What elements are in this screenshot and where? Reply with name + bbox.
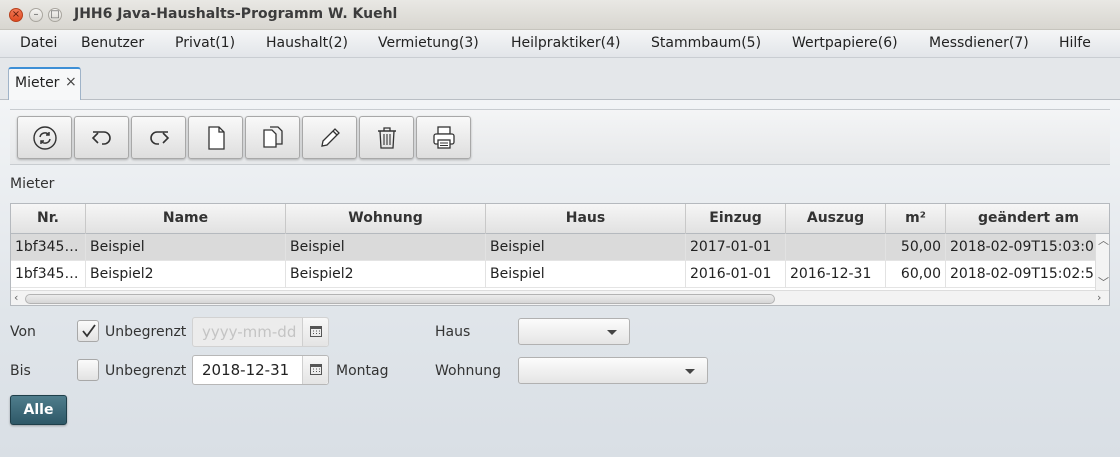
menu-benutzer[interactable]: Benutzer (81, 35, 144, 51)
copy-button[interactable] (245, 116, 300, 159)
scroll-down-icon[interactable]: ﹀ (1098, 276, 1109, 290)
calendar-icon (310, 364, 322, 375)
von-date-input[interactable] (193, 318, 303, 346)
table-row[interactable]: 1bf345… Beispiel2 Beispiel2 Beispiel 201… (11, 261, 1096, 288)
chevron-down-icon (685, 369, 695, 374)
chevron-down-icon (607, 330, 617, 335)
tab-close-icon[interactable]: × (65, 74, 77, 90)
window-title: JHH6 Java-Haushalts-Programm W. Kuehl (74, 6, 398, 22)
new-document-icon (208, 126, 225, 150)
cell-m2: 50,00 (886, 234, 946, 261)
cell-name: Beispiel (86, 234, 286, 261)
column-header-name[interactable]: Name (86, 204, 286, 234)
menu-wertpapiere[interactable]: Wertpapiere(6) (792, 35, 898, 51)
column-header-nr[interactable]: Nr. (11, 204, 86, 234)
menu-haushalt[interactable]: Haushalt(2) (266, 35, 348, 51)
refresh-button[interactable] (17, 116, 72, 159)
menu-messdiener[interactable]: Messdiener(7) (929, 35, 1029, 51)
cell-nr: 1bf345… (11, 234, 86, 261)
content-area: Mieter Nr. Name Wohnung Haus Einzug Ausz… (0, 100, 1120, 457)
delete-trash-icon (378, 127, 396, 149)
bis-weekday-label: Montag (336, 363, 389, 379)
window-close-button[interactable]: × (9, 8, 23, 22)
cell-geaendert-am: 2018-02-09T15:02:5 (950, 266, 1094, 282)
column-header-einzug[interactable]: Einzug (686, 204, 786, 234)
cell-name: Beispiel2 (86, 261, 286, 288)
von-unbegrenzt-checkbox[interactable] (77, 320, 99, 342)
cell-nr: 1bf345… (11, 261, 86, 288)
edit-button[interactable] (302, 116, 357, 159)
von-calendar-button[interactable] (302, 318, 328, 346)
wohnung-combobox[interactable] (518, 357, 708, 384)
menu-bar: Datei Benutzer Privat(1) Haushalt(2) Ver… (0, 30, 1120, 58)
bis-calendar-button[interactable] (302, 356, 328, 384)
tenant-table: Nr. Name Wohnung Haus Einzug Auszug m² g… (10, 203, 1110, 306)
tab-mieter[interactable]: Mieter × (8, 67, 81, 100)
cell-einzug: 2017-01-01 (686, 234, 786, 261)
haus-combobox[interactable] (518, 318, 630, 345)
new-button[interactable] (188, 116, 243, 159)
copy-icon (263, 126, 283, 148)
undo-button[interactable] (74, 116, 129, 159)
column-header-auszug[interactable]: Auszug (786, 204, 886, 234)
scroll-left-icon[interactable]: ‹ (14, 291, 18, 305)
cell-wohnung: Beispiel2 (286, 261, 486, 288)
menu-datei[interactable]: Datei (20, 35, 57, 51)
menu-stammbaum[interactable]: Stammbaum(5) (651, 35, 761, 51)
column-header-haus[interactable]: Haus (486, 204, 686, 234)
cell-m2: 60,00 (886, 261, 946, 288)
bis-date-field[interactable] (192, 355, 329, 385)
cell-haus: Beispiel (486, 261, 686, 288)
redo-button[interactable] (131, 116, 186, 159)
redo-icon (150, 131, 170, 145)
menu-heilpraktiker[interactable]: Heilpraktiker(4) (511, 35, 620, 51)
haus-label: Haus (435, 324, 471, 340)
title-bar: × – □ JHH6 Java-Haushalts-Programm W. Ku… (0, 0, 1120, 30)
toolbar (10, 109, 1110, 165)
window-minimize-button[interactable]: – (29, 8, 43, 22)
print-button[interactable] (416, 116, 471, 159)
cell-wohnung: Beispiel (286, 234, 486, 261)
bis-unbegrenzt-checkbox[interactable] (77, 359, 99, 381)
horizontal-scrollbar[interactable]: ‹ › (11, 290, 1109, 305)
bis-date-input[interactable] (193, 356, 303, 384)
edit-pencil-icon (321, 128, 340, 147)
table-header: Nr. Name Wohnung Haus Einzug Auszug m² g… (11, 204, 1109, 234)
undo-icon (91, 131, 111, 145)
tab-bar: Mieter × (0, 58, 1120, 100)
delete-button[interactable] (359, 116, 414, 159)
column-header-wohnung[interactable]: Wohnung (286, 204, 486, 234)
von-unbegrenzt-label: Unbegrenzt (105, 324, 187, 340)
calendar-icon (310, 326, 322, 337)
menu-hilfe[interactable]: Hilfe (1059, 35, 1091, 51)
menu-privat[interactable]: Privat(1) (175, 35, 235, 51)
refresh-icon (33, 126, 57, 150)
cell-einzug: 2016-01-01 (686, 261, 786, 288)
vertical-scrollbar[interactable]: ︿ ﹀ (1095, 234, 1109, 292)
cell-auszug (786, 234, 886, 261)
checkmark-icon (82, 324, 96, 338)
bis-label: Bis (10, 363, 31, 379)
von-label: Von (10, 324, 36, 340)
horizontal-scroll-thumb[interactable] (25, 294, 775, 304)
section-label-mieter: Mieter (10, 176, 55, 192)
cell-auszug: 2016-12-31 (786, 261, 886, 288)
von-date-field[interactable] (192, 317, 329, 347)
bis-unbegrenzt-label: Unbegrenzt (105, 363, 187, 379)
menu-vermietung[interactable]: Vermietung(3) (378, 35, 479, 51)
table-row[interactable]: 1bf345… Beispiel Beispiel Beispiel 2017-… (11, 234, 1096, 261)
cell-geaendert-am: 2018-02-09T15:03:0 (950, 239, 1094, 255)
column-header-m2[interactable]: m² (886, 204, 946, 234)
wohnung-label: Wohnung (435, 363, 501, 379)
print-icon (433, 126, 455, 149)
scroll-up-icon[interactable]: ︿ (1098, 234, 1109, 248)
tab-label: Mieter (15, 75, 60, 91)
window-maximize-button[interactable]: □ (48, 8, 62, 22)
column-header-geaendert-am[interactable]: geändert am (946, 204, 1109, 234)
scroll-right-icon[interactable]: › (1097, 291, 1101, 305)
alle-button[interactable]: Alle (10, 395, 67, 425)
cell-haus: Beispiel (486, 234, 686, 261)
